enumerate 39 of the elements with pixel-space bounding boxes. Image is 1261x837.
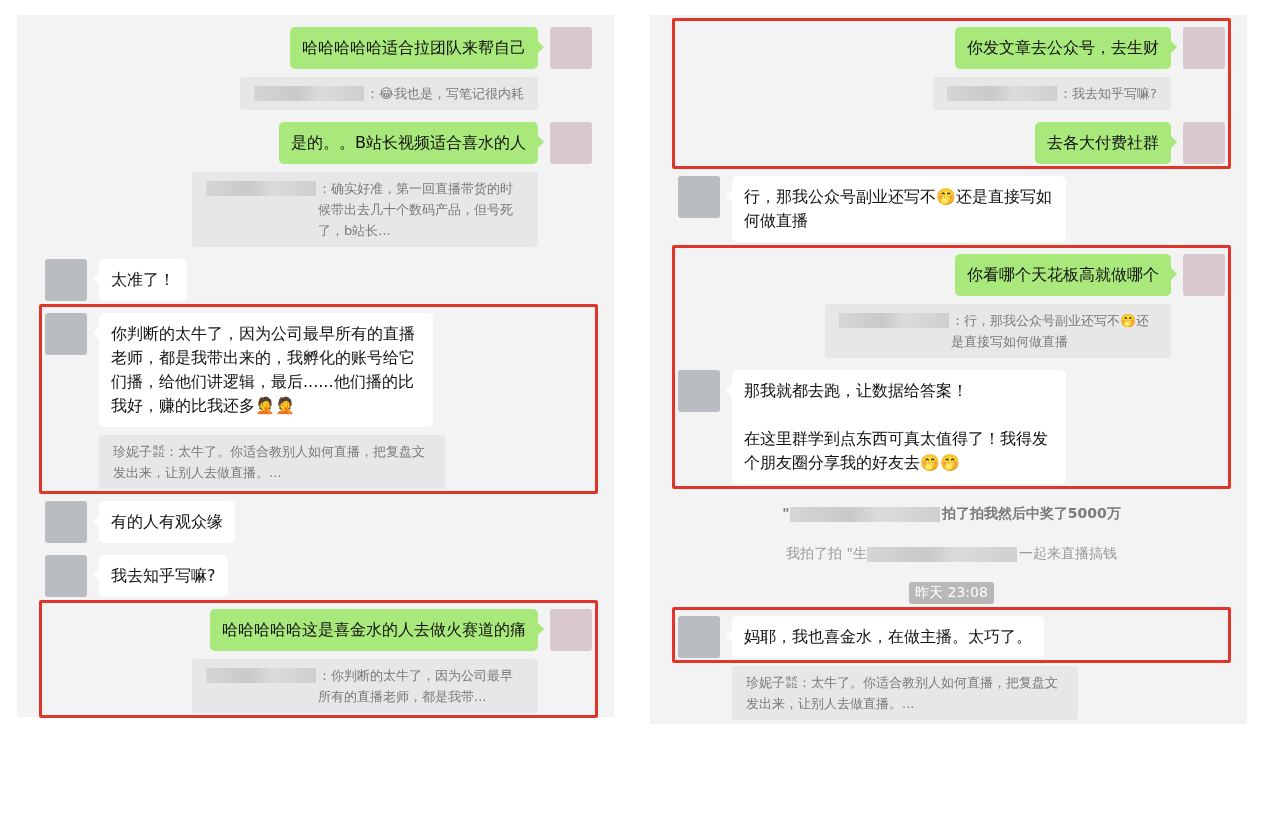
- message-bubble: 太准了！: [99, 259, 187, 301]
- avatar-placeholder: [1183, 27, 1225, 69]
- quoted-message-text: ：我去知乎写嘛?: [1059, 85, 1157, 103]
- message-text: 那我就都去跑，让数据给答案！: [744, 380, 969, 402]
- message-bubble: 哈哈哈哈哈这是喜金水的人去做火赛道的痛: [210, 609, 538, 651]
- avatar-placeholder: [550, 27, 592, 69]
- quoted-message-text: ：确实好准，第一回直播带货的时候带出去几十个数码产品，但号死了，b站长...: [318, 180, 514, 240]
- message-bubble: 妈耶，我也喜金水，在做主播。太巧了。: [732, 616, 1044, 658]
- quoted-message-text: 珍妮子㍿：太牛了。你适合教别人如何直播，把复盘文发出来，让别人去做直播。...: [113, 443, 426, 482]
- avatar-placeholder: [678, 370, 720, 412]
- avatar-placeholder: [45, 501, 87, 543]
- system-text: 一起来直播搞钱: [1018, 544, 1117, 563]
- message-text: 在这里群学到点东西可真太值得了！我得发个朋友圈分享我的好友去🤭🤭: [744, 428, 1049, 474]
- message-bubble: 行，那我公众号副业还写不🤭还是直接写如何做直播: [732, 176, 1066, 242]
- avatar-placeholder: [550, 609, 592, 651]
- message-bubble: 我去知乎写嘛?: [99, 555, 228, 597]
- message-bubble: 你发文章去公众号，去生财: [955, 27, 1171, 69]
- avatar-placeholder: [550, 122, 592, 164]
- quoted-message-text: ：你判断的太牛了，因为公司最早所有的直播老师，都是我带...: [318, 667, 514, 706]
- system-text: 拍了拍我然后中奖了5000万: [941, 504, 1121, 523]
- message-bubble: 有的人有观众缘: [99, 501, 235, 543]
- avatar-placeholder: [1183, 254, 1225, 296]
- avatar-placeholder: [45, 313, 87, 355]
- message-bubble: 你看哪个天花板高就做哪个: [955, 254, 1171, 296]
- quoted-message-text: ：行，那我公众号副业还写不🤭还是直接写如何做直播: [951, 312, 1150, 351]
- quoted-message-text: 珍妮子㍿：太牛了。你适合教别人如何直播，把复盘文发出来，让别人去做直播。...: [746, 674, 1059, 713]
- message-bubble: 你判断的太牛了，因为公司最早所有的直播老师，都是我带出来的，我孵化的账号给它们播，给他们讲逻辑，最后......他们播的比我好，赚的比我还多🤦🤦: [99, 313, 433, 427]
- avatar-placeholder: [45, 259, 87, 301]
- avatar-placeholder: [678, 176, 720, 218]
- message-bubble: 是的。。B站长视频适合喜水的人: [279, 122, 538, 164]
- quoted-message-text: ：😂我也是，写笔记很内耗: [365, 85, 524, 103]
- avatar-placeholder: [678, 616, 720, 658]
- timestamp: 昨天 23:08: [909, 582, 994, 604]
- system-text: 我拍了拍 "生: [786, 544, 867, 563]
- avatar-placeholder: [45, 555, 87, 597]
- message-bubble: 去各大付费社群: [1035, 122, 1171, 164]
- system-text: ": [782, 504, 790, 523]
- message-bubble: 哈哈哈哈哈适合拉团队来帮自己: [290, 27, 538, 69]
- avatar-placeholder: [1183, 122, 1225, 164]
